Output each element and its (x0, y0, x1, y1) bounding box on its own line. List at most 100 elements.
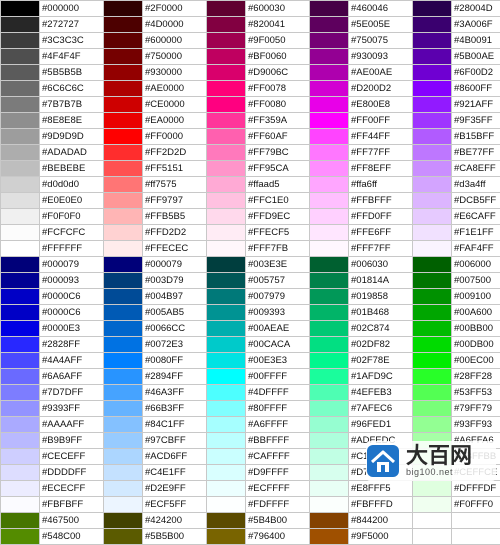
color-hex-label: #019858 (349, 289, 413, 305)
color-hex-label: #FF77FF (349, 145, 413, 161)
color-hex-label: #28004D (452, 1, 500, 17)
color-swatch (1, 33, 40, 49)
color-swatch (413, 289, 452, 305)
color-hex-label: #7AFEC6 (349, 401, 413, 417)
color-hex-label: #6F00D2 (452, 65, 500, 81)
color-hex-label: #FF95CA (246, 161, 310, 177)
color-swatch (104, 33, 143, 49)
color-hex-label: #921AFF (452, 97, 500, 113)
color-swatch (1, 129, 40, 145)
color-swatch (104, 113, 143, 129)
color-swatch (310, 289, 349, 305)
color-swatch (413, 65, 452, 81)
color-swatch (1, 337, 40, 353)
color-swatch (1, 1, 40, 17)
color-swatch (310, 49, 349, 65)
color-swatch (207, 145, 246, 161)
color-swatch (413, 129, 452, 145)
color-hex-label: #467500 (40, 513, 104, 529)
color-hex-label: #00BB00 (452, 321, 500, 337)
color-hex-label: #96FED1 (349, 417, 413, 433)
color-swatch (1, 145, 40, 161)
color-row: #ADADAD#FF2D2D#FF79BC#FF77FF#BE77FF (1, 145, 500, 161)
color-swatch (310, 145, 349, 161)
color-hex-label: #53FF53 (452, 385, 500, 401)
color-row: #d0d0d0#ff7575#ffaad5#ffa6ff#d3a4ff (1, 177, 500, 193)
color-hex-label: #AE0000 (143, 81, 207, 97)
color-hex-label: #FBFBFF (40, 497, 104, 513)
color-hex-label: #d3a4ff (452, 177, 500, 193)
color-hex-label: #E0E0E0 (40, 193, 104, 209)
color-hex-label: #006030 (349, 257, 413, 273)
color-hex-label: #FBFFFD (349, 497, 413, 513)
color-row: #FCFCFC#FFD2D2#FFECF5#FFE6FF#F1E1FF (1, 225, 500, 241)
color-swatch (413, 321, 452, 337)
color-hex-label: #84C1FF (143, 417, 207, 433)
color-swatch (413, 17, 452, 33)
color-hex-label: #7D7DFF (40, 385, 104, 401)
color-hex-label: #4A4AFF (40, 353, 104, 369)
color-swatch (310, 241, 349, 257)
color-row: #F0F0F0#FFB5B5#FFD9EC#FFD0FF#E6CAFF (1, 209, 500, 225)
color-hex-label: #4EFEB3 (349, 385, 413, 401)
color-row: #9393FF#66B3FF#80FFFF#7AFEC6#79FF79 (1, 401, 500, 417)
color-row: #7D7DFF#46A3FF#4DFFFF#4EFEB3#53FF53 (1, 385, 500, 401)
color-swatch (1, 433, 40, 449)
color-hex-label: #80FFFF (246, 401, 310, 417)
color-hex-label: #930000 (143, 65, 207, 81)
color-hex-label: #5B4B00 (246, 513, 310, 529)
color-swatch (413, 193, 452, 209)
color-swatch (104, 145, 143, 161)
color-swatch (104, 353, 143, 369)
color-row: #272727#4D0000#820041#5E005E#3A006F (1, 17, 500, 33)
color-swatch (1, 289, 40, 305)
color-swatch (207, 1, 246, 17)
color-swatch (104, 369, 143, 385)
color-swatch (104, 241, 143, 257)
color-swatch (413, 177, 452, 193)
color-hex-label: #600000 (143, 33, 207, 49)
color-row: #4A4AFF#0080FF#00E3E3#02F78E#00EC00 (1, 353, 500, 369)
watermark-main-text: 大百网 (406, 445, 472, 468)
color-hex-label: #02DF82 (349, 337, 413, 353)
color-swatch (207, 321, 246, 337)
color-swatch (104, 65, 143, 81)
color-swatch (413, 337, 452, 353)
color-hex-label: #750075 (349, 33, 413, 49)
color-hex-label: #0000C6 (40, 289, 104, 305)
color-hex-label: #01814A (349, 273, 413, 289)
color-hex-label: #FFC1E0 (246, 193, 310, 209)
color-hex-label: #FF44FF (349, 129, 413, 145)
color-hex-label: #F1E1FF (452, 225, 500, 241)
color-row: #467500#424200#5B4B00#844200 (1, 513, 500, 529)
color-swatch (104, 209, 143, 225)
color-hex-label: #EA0000 (143, 113, 207, 129)
color-hex-label: #A6FFFF (246, 417, 310, 433)
color-swatch (310, 1, 349, 17)
color-swatch (310, 369, 349, 385)
color-hex-label: #d0d0d0 (40, 177, 104, 193)
color-swatch (310, 273, 349, 289)
color-hex-label: #BBFFFF (246, 433, 310, 449)
color-hex-label: #46A3FF (143, 385, 207, 401)
color-swatch (1, 465, 40, 481)
color-swatch (413, 497, 452, 513)
color-hex-label: #FDFFFF (246, 497, 310, 513)
color-swatch (104, 49, 143, 65)
color-row: #0000C6#004B97#007979#019858#009100 (1, 289, 500, 305)
color-hex-label: #424200 (143, 513, 207, 529)
site-watermark: 大百网 big100.net (366, 441, 496, 481)
color-hex-label: #FF0000 (143, 129, 207, 145)
color-hex-label: #2828FF (40, 337, 104, 353)
color-swatch (104, 177, 143, 193)
color-row: #7B7B7B#CE0000#FF0080#E800E8#921AFF (1, 97, 500, 113)
color-hex-label: #4F4F4F (40, 49, 104, 65)
color-swatch (104, 81, 143, 97)
color-hex-label: #0080FF (143, 353, 207, 369)
color-hex-label: #548C00 (40, 529, 104, 545)
color-swatch (104, 417, 143, 433)
color-hex-label: #006000 (452, 257, 500, 273)
color-hex-label: #DCB5FF (452, 193, 500, 209)
color-hex-label: #9F35FF (452, 113, 500, 129)
color-swatch (310, 193, 349, 209)
